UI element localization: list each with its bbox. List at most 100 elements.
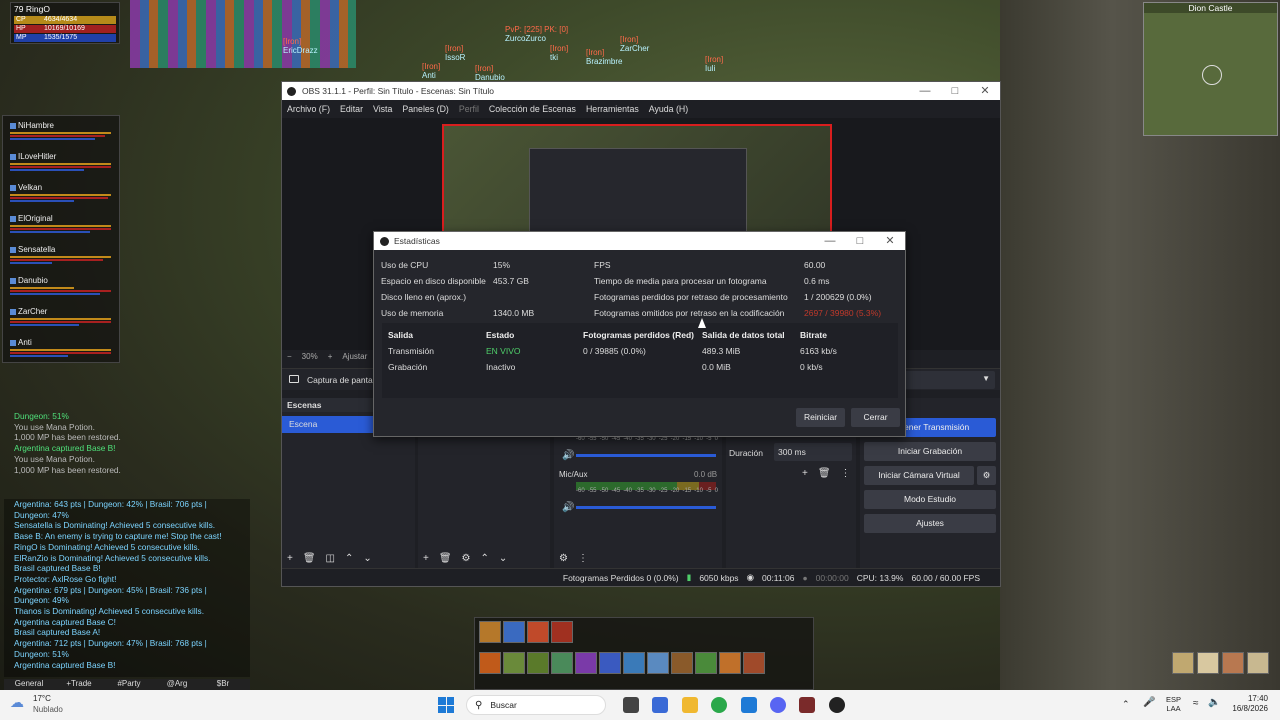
trash-icon[interactable]: 🗑 xyxy=(818,468,831,479)
skill-slot[interactable] xyxy=(503,652,525,674)
close-icon[interactable]: ✕ xyxy=(875,232,905,250)
source-dropdown[interactable]: ▼ xyxy=(900,371,995,389)
player-nameplate[interactable]: Anti xyxy=(422,71,440,80)
add-icon[interactable]: + xyxy=(287,553,293,564)
player-nameplate[interactable]: Iuli xyxy=(705,64,723,73)
minimize-icon[interactable]: — xyxy=(910,82,940,100)
zoom-in-icon[interactable]: + xyxy=(328,352,333,361)
more-icon[interactable]: ⋮ xyxy=(841,468,851,479)
player-nameplate[interactable]: ZarCher xyxy=(620,44,649,53)
speaker-icon[interactable]: 🔊 xyxy=(562,450,574,461)
maximize-icon[interactable]: □ xyxy=(845,232,875,250)
chrome-icon[interactable] xyxy=(711,697,727,713)
obs-taskbar-icon[interactable] xyxy=(829,697,845,713)
fit-button[interactable]: Ajustar xyxy=(342,352,367,361)
minimize-icon[interactable]: — xyxy=(815,232,845,250)
mixer-settings-icon[interactable]: ⚙ xyxy=(559,553,568,564)
chevron-up-icon[interactable]: ⌃ xyxy=(1122,699,1130,710)
party-member[interactable]: Danubio xyxy=(10,275,116,303)
virtual-camera-settings-icon[interactable]: ⚙ xyxy=(977,466,996,485)
skill-slot[interactable] xyxy=(527,621,549,643)
skill-slot[interactable] xyxy=(671,652,693,674)
skill-slot[interactable] xyxy=(551,621,573,643)
volume-slider[interactable] xyxy=(576,454,716,457)
item-slot[interactable] xyxy=(1172,652,1194,674)
microphone-icon[interactable]: 🎤 xyxy=(1143,697,1155,708)
skill-slot[interactable] xyxy=(527,652,549,674)
party-member[interactable]: Anti xyxy=(10,337,116,365)
minimap[interactable]: Dion Castle xyxy=(1143,2,1278,136)
party-member[interactable]: ZarCher xyxy=(10,306,116,334)
speaker-icon[interactable]: 🔊 xyxy=(562,502,574,513)
maximize-icon[interactable]: □ xyxy=(940,82,970,100)
chat-tab[interactable]: +Trade xyxy=(54,679,104,690)
chat-window[interactable]: Argentina: 643 pts | Dungeon: 42% | Bras… xyxy=(4,499,250,677)
party-member[interactable]: NiHambre xyxy=(10,120,116,148)
taskbar-search[interactable]: ⚲ Buscar xyxy=(466,695,606,715)
stats-dialog[interactable]: Estadísticas — □ ✕ Uso de CPU 15% Espaci… xyxy=(373,231,906,437)
party-member[interactable]: Velkan xyxy=(10,182,116,210)
item-slot[interactable] xyxy=(1197,652,1219,674)
skill-slot[interactable] xyxy=(503,621,525,643)
trash-icon[interactable]: 🗑 xyxy=(303,553,316,564)
player-nameplate[interactable]: ZurcoZurco xyxy=(505,34,568,43)
menu-ayuda[interactable]: Ayuda (H) xyxy=(649,104,688,114)
party-member[interactable]: Sensatella xyxy=(10,244,116,272)
gear-icon[interactable]: ⚙ xyxy=(462,553,471,564)
skill-slot[interactable] xyxy=(575,652,597,674)
party-member[interactable]: ElOriginal xyxy=(10,213,116,241)
move-down-icon[interactable]: ⌄ xyxy=(363,553,371,564)
move-up-icon[interactable]: ⌃ xyxy=(481,553,489,564)
menu-perfil[interactable]: Perfil xyxy=(459,104,479,114)
skill-slot[interactable] xyxy=(647,652,669,674)
duration-input[interactable]: 300 ms xyxy=(774,443,852,461)
menu-editar[interactable]: Editar xyxy=(340,104,363,114)
trash-icon[interactable]: 🗑 xyxy=(439,553,452,564)
skill-slot[interactable] xyxy=(743,652,765,674)
obs-titlebar[interactable]: OBS 31.1.1 - Perfil: Sin Título - Escena… xyxy=(282,82,1000,100)
volume-icon[interactable]: 🔈 xyxy=(1208,697,1220,708)
item-slot[interactable] xyxy=(1247,652,1269,674)
task-view-icon[interactable] xyxy=(623,697,639,713)
chat-tab[interactable]: General xyxy=(4,679,54,690)
skill-slot[interactable] xyxy=(479,621,501,643)
menu-herramientas[interactable]: Herramientas xyxy=(586,104,639,114)
file-explorer-icon[interactable] xyxy=(682,697,698,713)
skill-slot[interactable] xyxy=(479,652,501,674)
windows-start-icon[interactable] xyxy=(438,697,454,713)
skill-slot[interactable] xyxy=(623,652,645,674)
move-up-icon[interactable]: ⌃ xyxy=(345,553,353,564)
skill-slot[interactable] xyxy=(599,652,621,674)
chat-tab[interactable]: #Party xyxy=(104,679,154,690)
add-icon[interactable]: + xyxy=(802,468,808,479)
player-nameplate[interactable]: IssoR xyxy=(445,53,465,62)
app-icon[interactable] xyxy=(741,697,757,713)
settings-button[interactable]: Ajustes xyxy=(864,514,996,533)
move-down-icon[interactable]: ⌄ xyxy=(499,553,507,564)
clock[interactable]: 17:40 16/8/2026 xyxy=(1228,694,1268,714)
weather-widget[interactable]: ☁ xyxy=(10,694,32,716)
add-icon[interactable]: + xyxy=(423,553,429,564)
start-recording-button[interactable]: Iniciar Grabación xyxy=(864,442,996,461)
reset-button[interactable]: Reiniciar xyxy=(796,408,845,427)
player-nameplate[interactable]: Brazimbre xyxy=(586,57,622,66)
stats-titlebar[interactable]: Estadísticas — □ ✕ xyxy=(374,232,905,250)
volume-slider[interactable] xyxy=(576,506,716,509)
zoom-out-icon[interactable]: − xyxy=(287,352,292,361)
menu-coleccion[interactable]: Colección de Escenas xyxy=(489,104,576,114)
filter-icon[interactable]: ◫ xyxy=(326,553,335,564)
menu-archivo[interactable]: Archivo (F) xyxy=(287,104,330,114)
player-nameplate[interactable]: EricDrazz xyxy=(283,46,318,55)
chat-tab[interactable]: @Arg xyxy=(154,679,200,690)
game-app-icon[interactable] xyxy=(799,697,815,713)
close-button[interactable]: Cerrar xyxy=(851,408,900,427)
player-nameplate[interactable]: tki xyxy=(550,53,568,62)
more-icon[interactable]: ⋮ xyxy=(578,553,588,564)
menu-vista[interactable]: Vista xyxy=(373,104,392,114)
start-virtual-camera-button[interactable]: Iniciar Cámara Virtual xyxy=(864,466,974,485)
party-member[interactable]: ILoveHitler xyxy=(10,151,116,179)
close-icon[interactable]: ✕ xyxy=(970,82,1000,100)
skill-slot[interactable] xyxy=(551,652,573,674)
skill-slot[interactable] xyxy=(695,652,717,674)
discord-icon[interactable] xyxy=(770,697,786,713)
